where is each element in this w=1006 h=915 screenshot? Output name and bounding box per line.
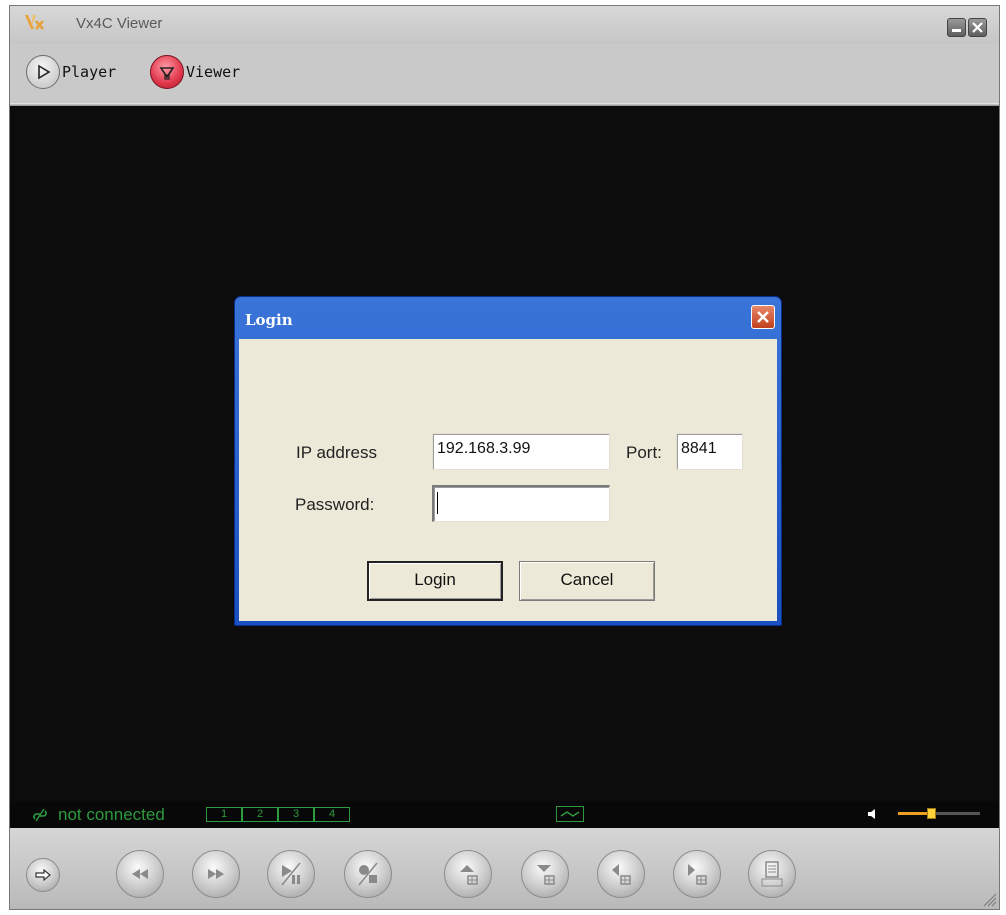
channel-up-icon (460, 865, 478, 885)
player-mode-button[interactable]: Player (26, 54, 116, 90)
mode-bar: Player Viewer (10, 44, 999, 104)
dialog-body: IP address 192.168.3.99 Port: 8841 Passw… (239, 339, 777, 621)
rewind-icon (132, 869, 148, 879)
channel-4-button[interactable]: 4 (314, 807, 350, 822)
channel-next-button[interactable] (673, 850, 721, 898)
window-title: Vx4C Viewer (76, 15, 163, 32)
ip-address-input[interactable]: 192.168.3.99 (432, 433, 610, 470)
minimize-button[interactable] (947, 18, 966, 37)
channel-prev-button[interactable] (597, 850, 645, 898)
connection-status: not connected (58, 805, 165, 824)
close-icon (757, 311, 769, 323)
volume-knob[interactable] (926, 808, 936, 819)
ip-address-label: IP address (296, 443, 377, 462)
channel-down-button[interactable] (521, 850, 569, 898)
channel-next-icon (688, 864, 707, 885)
menu-icon (761, 861, 783, 887)
title-bar: Vx4C Viewer (10, 6, 999, 44)
channel-up-button[interactable] (444, 850, 492, 898)
dialog-close-button[interactable] (751, 305, 775, 329)
minimize-icon (952, 29, 961, 32)
port-value: 8841 (681, 440, 717, 457)
channel-1-label: 1 (220, 808, 228, 820)
resize-grip-icon[interactable] (981, 891, 997, 907)
password-input[interactable] (432, 485, 610, 522)
ip-address-value: 192.168.3.99 (437, 440, 531, 457)
text-caret (437, 492, 438, 514)
channel-3-label: 3 (292, 808, 300, 820)
channel-down-icon (537, 865, 555, 885)
fast-forward-icon (208, 869, 224, 879)
record-stop-icon (358, 862, 378, 886)
speaker-icon (868, 809, 875, 819)
expand-button[interactable] (26, 858, 60, 892)
volume-slider[interactable] (898, 808, 980, 819)
rewind-button[interactable] (116, 850, 164, 898)
play-pause-button[interactable] (267, 850, 315, 898)
channel-3-button[interactable]: 3 (278, 807, 314, 822)
dialog-title: Login (245, 311, 293, 329)
app-logo-icon (25, 15, 44, 30)
link-icon (560, 811, 580, 817)
disconnected-icon (33, 808, 47, 822)
channel-2-button[interactable]: 2 (242, 807, 278, 822)
play-pause-icon (281, 862, 301, 886)
login-button-label: Login (414, 570, 456, 589)
channel-1-button[interactable]: 1 (206, 807, 242, 822)
fast-forward-button[interactable] (192, 850, 240, 898)
status-bar: not connected 1 2 3 4 (10, 801, 999, 828)
play-icon (26, 55, 60, 89)
channel-2-label: 2 (256, 808, 264, 820)
close-button[interactable] (968, 18, 987, 37)
menu-button[interactable] (748, 850, 796, 898)
cancel-button-label: Cancel (560, 570, 614, 589)
record-stop-button[interactable] (344, 850, 392, 898)
port-label: Port: (626, 443, 662, 462)
channel-prev-icon (612, 864, 631, 885)
viewer-mode-button[interactable]: Viewer (150, 54, 240, 90)
password-label: Password: (295, 495, 375, 514)
viewer-mode-label: Viewer (186, 63, 241, 81)
cancel-button[interactable]: Cancel (519, 561, 655, 601)
player-mode-label: Player (62, 63, 117, 81)
port-input[interactable]: 8841 (676, 433, 743, 470)
arrow-right-icon (35, 868, 51, 882)
viewer-icon (150, 55, 184, 89)
close-icon (972, 22, 983, 33)
control-bar (10, 828, 999, 909)
channel-4-label: 4 (328, 808, 336, 820)
login-dialog: Login IP address 192.168.3.99 Port: 8841… (234, 296, 782, 626)
link-toggle-button[interactable] (556, 806, 584, 822)
login-button[interactable]: Login (367, 561, 503, 601)
